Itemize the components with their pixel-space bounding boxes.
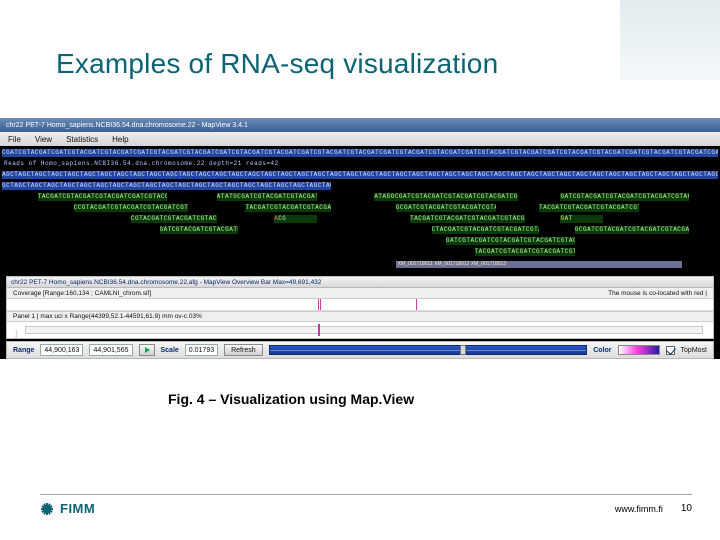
topmost-checkbox[interactable] bbox=[666, 346, 675, 355]
play-icon bbox=[145, 347, 150, 353]
overview-range-track[interactable]: ) bbox=[7, 322, 713, 338]
consensus-seq2: AGCTAGCTAGCTAGCTAGCTAGCTAGCTAGCTAGCTAGCT… bbox=[2, 171, 718, 179]
overview-subhead: Coverage [Range:160,134 ; CAMLNI_chrom.s… bbox=[7, 288, 713, 299]
read-tracks[interactable]: CGATCGTACGATCGATCGTACGATCGTACGATCGATCGTA… bbox=[0, 146, 720, 274]
menu-statistics[interactable]: Statistics bbox=[66, 135, 98, 144]
topmost-label: TopMost bbox=[681, 347, 707, 354]
annotation-seg: XM_001718011 XM_001718012 XM_001718013 bbox=[396, 261, 682, 268]
overview-coverage-track[interactable] bbox=[7, 299, 713, 311]
overview-panel-left: Panel 1 | max uci x Range(44399,52.1-445… bbox=[13, 313, 202, 320]
menu-help[interactable]: Help bbox=[112, 135, 128, 144]
read-row: GATCGTACGATCGTACGATCGTA CTACGATCGTACGATC… bbox=[2, 225, 718, 235]
read-seg: TACGATCGTACGATCGTACGATCGTACG bbox=[539, 204, 639, 212]
refresh-button[interactable]: Refresh bbox=[224, 344, 263, 356]
read-seg: ATATGCGATCGTACGATCGTACGATCGTACG bbox=[217, 193, 317, 201]
color-gradient-picker[interactable] bbox=[618, 345, 660, 355]
play-button[interactable] bbox=[139, 344, 155, 356]
range-to-input[interactable]: 44,901,565 bbox=[89, 344, 132, 356]
read-seg: GATCGTACGATCGTACGATCGTACGATCGTACGATCGTAC bbox=[446, 237, 575, 245]
brand-logo: FIMM bbox=[40, 501, 95, 516]
read-seg: CGTACGATCGTACGATCGTACGATCG bbox=[131, 215, 217, 223]
read-seg: GAT bbox=[560, 215, 603, 223]
figure-wrap: chr22 PET-7 Homo_sapiens.NCBI36.54.dna.c… bbox=[0, 118, 720, 365]
consensus-seq3: GCTAGCTAGCTAGCTAGCTAGCTAGCTAGCTAGCTAGCTA… bbox=[2, 182, 331, 190]
scale-label: Scale bbox=[161, 347, 179, 354]
scale-input[interactable]: 0.01793 bbox=[185, 344, 218, 356]
footer-right: www.fimm.fi 10 bbox=[615, 503, 692, 514]
read-row: CCGTACGATCGTACGATCGTACGATCGTACGATCGT TAC… bbox=[2, 203, 718, 213]
track-label: Reads of Homo_sapiens.NCBI36.54.dna.chro… bbox=[4, 160, 279, 168]
read-seg: CCGTACGATCGTACGATCGTACGATCGTACGATCGT bbox=[74, 204, 189, 212]
read-seg: GATCGTACGATCGTACGATCGTACGATCGTACGATCGTAC bbox=[560, 193, 689, 201]
range-label: Range bbox=[13, 347, 34, 354]
window-title-text: chr22 PET-7 Homo_sapiens.NCBI36.54.dna.c… bbox=[6, 122, 248, 129]
track-label-row: Reads of Homo_sapiens.NCBI36.54.dna.chro… bbox=[2, 159, 718, 169]
annotation-row: XM_001718011 XM_001718012 XM_001718013 bbox=[2, 259, 718, 269]
overview-current-mark[interactable] bbox=[318, 324, 320, 336]
overview-pane: chr22 PET-7 Homo_sapiens.NCBI36.54.dna.c… bbox=[6, 276, 714, 339]
overview-sub-right: The mouse is co-located with red | bbox=[608, 290, 707, 297]
slide: Examples of RNA-seq visualization chr22 … bbox=[0, 0, 720, 540]
consensus-row-2: AGCTAGCTAGCTAGCTAGCTAGCTAGCTAGCTAGCTAGCT… bbox=[2, 170, 718, 180]
overview-panel-label: Panel 1 | max uci x Range(44399,52.1-445… bbox=[7, 311, 713, 322]
decor-top-right bbox=[620, 0, 720, 80]
consensus-row-top: CGATCGTACGATCGATCGTACGATCGTACGATCGATCGTA… bbox=[2, 148, 718, 158]
overview-brace-icon: ) bbox=[15, 328, 18, 338]
menu-view[interactable]: View bbox=[35, 135, 52, 144]
read-seg: ACG bbox=[274, 215, 317, 223]
menu-file[interactable]: File bbox=[8, 135, 21, 144]
overview-tick bbox=[318, 299, 319, 310]
overview-tick bbox=[416, 299, 417, 310]
footer: FIMM www.fimm.fi 10 bbox=[40, 494, 692, 516]
page-number: 10 bbox=[681, 503, 692, 514]
read-seg: TACGATCGTACGATCGTACGATCGATCGTACGATCGTACG bbox=[38, 193, 167, 201]
read-seg: TACGATCGTACGATCGTACGATCGTACGATCG bbox=[410, 215, 525, 223]
mapview-window: chr22 PET-7 Homo_sapiens.NCBI36.54.dna.c… bbox=[0, 118, 720, 359]
read-row: CGTACGATCGTACGATCGTACGATCG ACG TACGATCGT… bbox=[2, 214, 718, 224]
read-seg: TACGATCGTACGATCGTACGATCG bbox=[245, 204, 331, 212]
read-row: GATCGTACGATCGTACGATCGTACGATCGTACGATCGTAC bbox=[2, 236, 718, 246]
menubar: File View Statistics Help bbox=[0, 132, 720, 146]
toolbar: Range 44,900,163 44,901,565 Scale 0.0179… bbox=[6, 341, 714, 359]
overview-tick bbox=[320, 299, 321, 310]
zoom-slider-knob[interactable] bbox=[460, 345, 466, 355]
read-row: TACGATCGTACGATCGTACGATCGATCGTACGATCGTACG… bbox=[2, 192, 718, 202]
title-area: Examples of RNA-seq visualization bbox=[0, 0, 720, 80]
consensus-seq: CGATCGTACGATCGATCGTACGATCGTACGATCGATCGTA… bbox=[2, 149, 718, 157]
read-row: TACGATCGTACGATCGTACGATCGTACG bbox=[2, 247, 718, 257]
window-titlebar[interactable]: chr22 PET-7 Homo_sapiens.NCBI36.54.dna.c… bbox=[0, 118, 720, 132]
consensus-row-3: GCTAGCTAGCTAGCTAGCTAGCTAGCTAGCTAGCTAGCTA… bbox=[2, 181, 718, 191]
figure-caption: Fig. 4 – Visualization using Map.View bbox=[0, 365, 720, 407]
overview-band bbox=[25, 326, 703, 334]
range-from-input[interactable]: 44,900,163 bbox=[40, 344, 83, 356]
read-seg: CTACGATCGTACGATCGTACGATCGTACGAT bbox=[432, 226, 539, 234]
read-seg: GCGATCGTACGATCGTACGATCGTACGATCGTACG bbox=[575, 226, 690, 234]
footer-url: www.fimm.fi bbox=[615, 504, 663, 514]
logo-burst-icon bbox=[40, 502, 54, 516]
read-seg: ATAGGCGATCGTACGATCGTACGATCGTACGATCGTACG bbox=[374, 193, 517, 201]
color-label: Color bbox=[593, 347, 611, 354]
zoom-slider[interactable] bbox=[269, 345, 588, 355]
read-seg: GCGATCGTACGATCGTACGATCGTACG bbox=[396, 204, 496, 212]
overview-title: chr22 PET-7 Homo_sapiens.NCBI36.54.dna.c… bbox=[7, 277, 713, 288]
overview-sub-left: Coverage [Range:160,134 ; CAMLNI_chrom.s… bbox=[13, 290, 151, 297]
read-seg: TACGATCGTACGATCGTACGATCGTACG bbox=[475, 248, 575, 256]
brand-text: FIMM bbox=[60, 501, 95, 516]
read-seg: GATCGTACGATCGTACGATCGTA bbox=[160, 226, 239, 234]
